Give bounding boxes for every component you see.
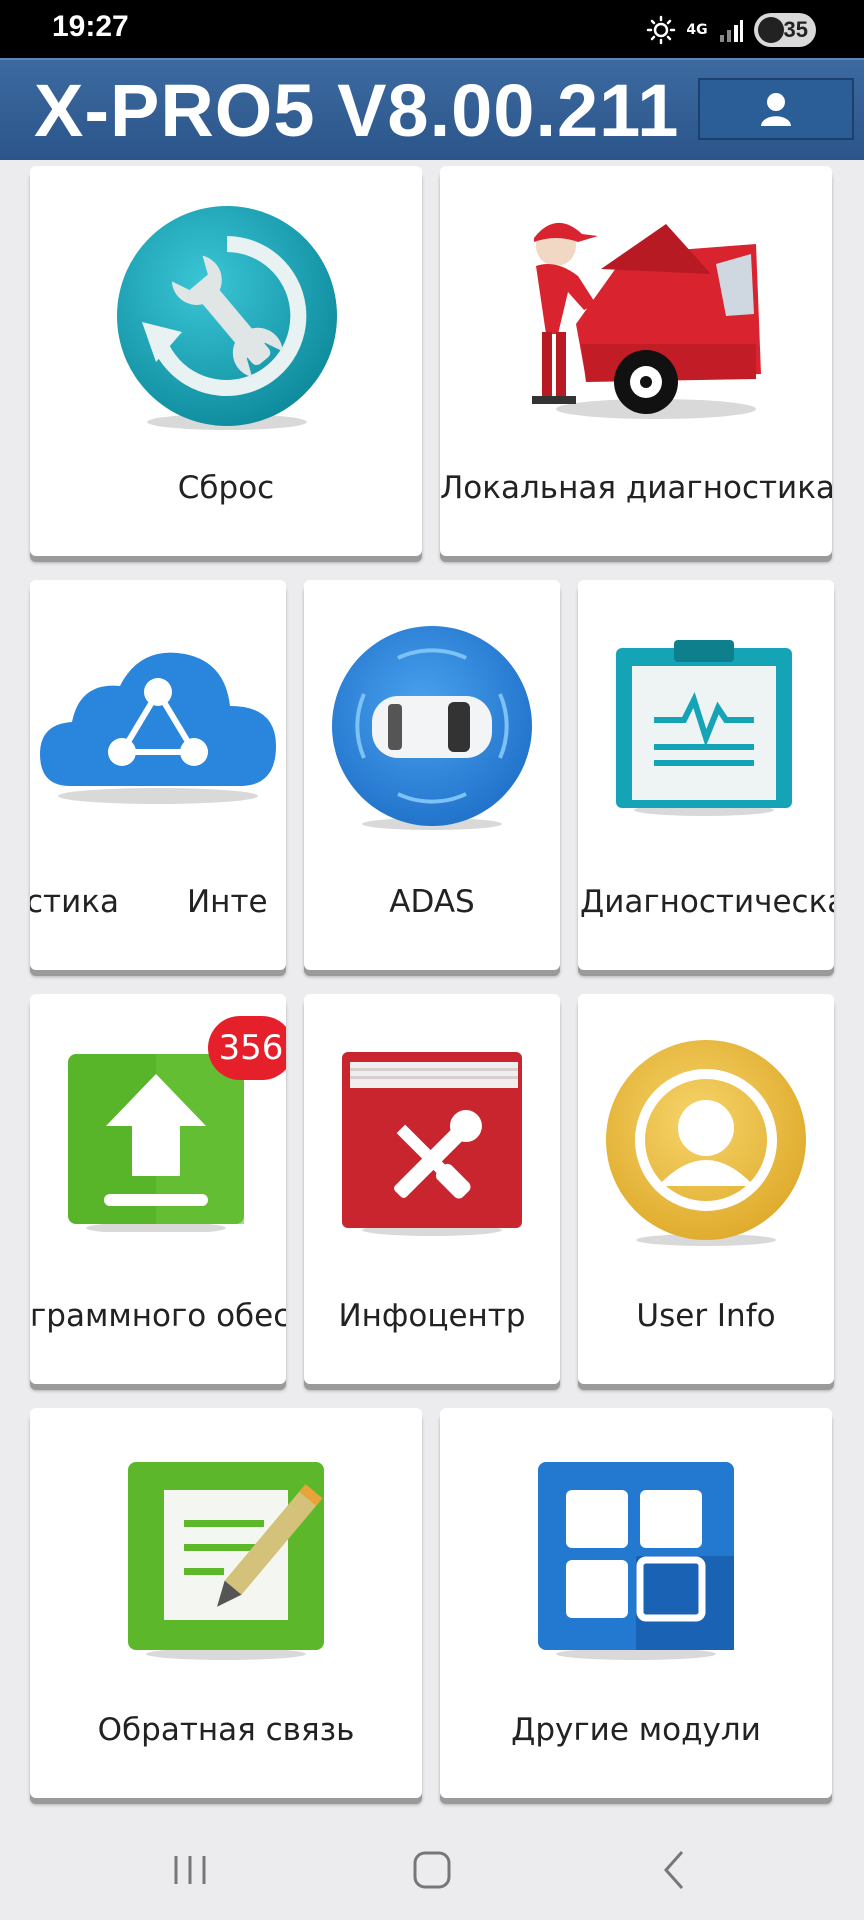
tile-diagnostic-report-label: Диагностическая [578,884,834,920]
tile-infocenter-label: Инфоцентр [338,1298,526,1334]
tile-remote-diagnostics[interactable]: стика Инте [30,580,286,970]
grid-modules-icon [538,1462,734,1660]
battery-level: 35 [783,17,808,42]
tile-user-info-label: User Info [636,1298,776,1334]
tile-feedback[interactable]: Обратная связь [30,1408,422,1798]
clipboard-waveform-icon [616,640,792,816]
tile-adas-label: ADAS [389,884,475,920]
user-icon [761,93,791,126]
tile-software-update-label: граммного обесп [30,1298,286,1334]
brightness-icon [646,15,676,45]
status-bar: 19:27 4G 35 [0,0,864,58]
tile-adas[interactable]: ADAS [304,580,560,970]
adas-car-radar-icon [332,626,532,830]
home-icon[interactable] [402,1840,462,1900]
tile-other-modules-label: Другие модули [511,1712,761,1748]
user-account-button[interactable] [698,78,854,140]
tile-infocenter[interactable]: Инфоцентр [304,994,560,1384]
tile-remote-label-right: Инте [186,884,268,920]
tile-remote-label-left: стика [30,884,119,920]
battery-indicator: 35 [754,13,816,47]
status-time: 19:27 [52,10,129,43]
reset-wrench-icon [117,206,337,430]
user-circle-icon [606,1040,806,1246]
tile-local-diagnostics-label: Локальная диагностика [440,470,832,506]
battery-saver-icon [758,17,784,43]
mechanic-car-icon [532,222,761,419]
tile-diagnostic-report-text: Диагностическая [580,884,834,920]
tile-reset[interactable]: Сброс [30,166,422,556]
tile-local-diagnostics[interactable]: Локальная диагностика [440,166,832,556]
update-count-badge: 356 [208,1016,286,1080]
tile-reset-label: Сброс [177,470,275,506]
tile-remote-diagnostics-label: стика Инте [30,884,286,920]
back-icon[interactable] [644,1840,704,1900]
tile-other-modules[interactable]: Другие модули [440,1408,832,1798]
tool-book-icon [342,1052,522,1236]
notepad-pencil-icon [128,1462,324,1660]
signal-icon [720,20,743,42]
network-type: 4G [686,22,708,38]
upload-icon [68,1054,244,1232]
system-nav-bar [0,1810,864,1920]
app-title: X-PRO5 V8.00.211 [34,69,680,152]
cloud-share-icon [40,652,276,804]
tile-user-info[interactable]: User Info [578,994,834,1384]
recent-apps-icon[interactable] [160,1840,220,1900]
app-header: X-PRO5 V8.00.211 [0,58,864,160]
module-grid: Сброс Локальная диагностика стика Инте A… [0,158,864,1810]
status-icons: 4G 35 [646,10,816,50]
tile-diagnostic-report[interactable]: Диагностическая [578,580,834,970]
tile-software-update[interactable]: 356 граммного обесп [30,994,286,1384]
tile-feedback-label: Обратная связь [97,1712,355,1748]
